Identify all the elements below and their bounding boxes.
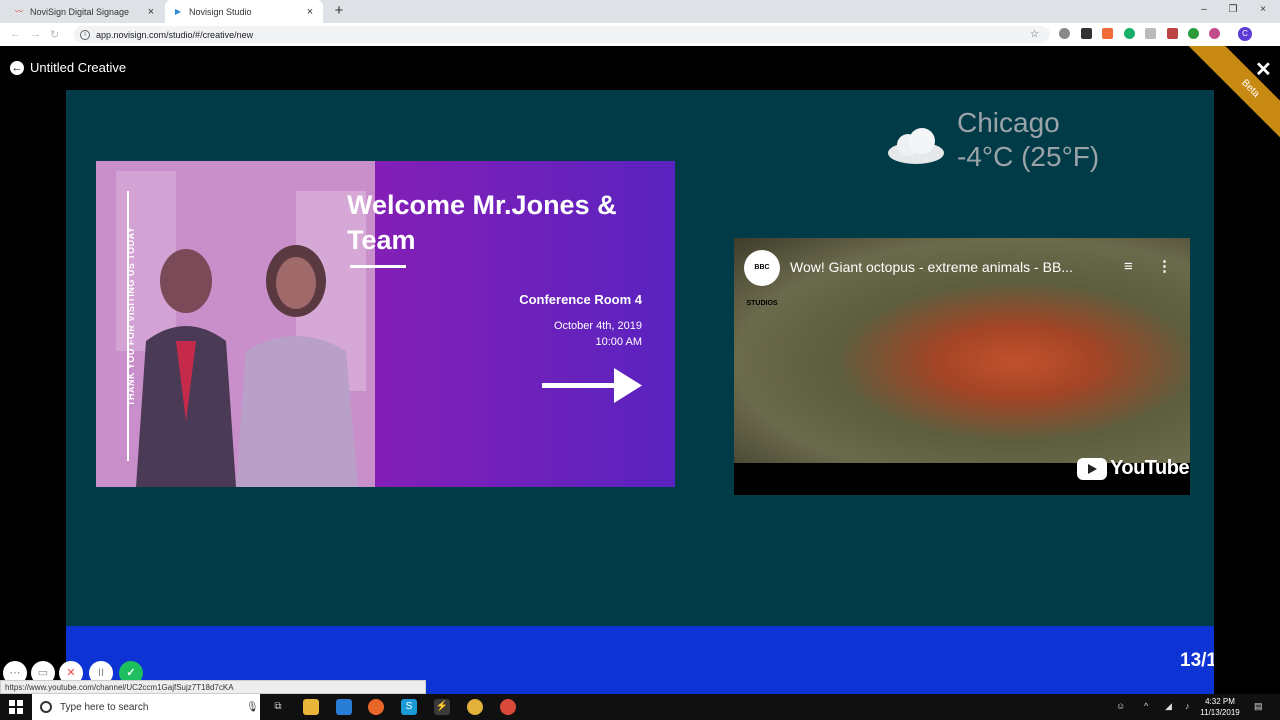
extension-icon[interactable] <box>1059 28 1070 39</box>
status-url-bar: https://www.youtube.com/channel/UC2ccm1G… <box>0 680 426 694</box>
event-time: 10:00 AM <box>595 336 642 348</box>
store-icon[interactable] <box>336 699 352 715</box>
firefox-icon[interactable] <box>368 699 384 715</box>
page-counter: 13/1 <box>1180 650 1214 671</box>
browser-toolbar: ← → ↻ i app.novisign.com/studio/#/creati… <box>0 23 1280 46</box>
screen: 〰 NoviSign Digital Signage × ▶ Novisign … <box>0 0 1280 720</box>
close-icon[interactable]: ✕ <box>1255 57 1272 82</box>
site-info-icon[interactable]: i <box>80 29 90 40</box>
extension-icon[interactable] <box>1102 28 1113 39</box>
cortana-icon <box>40 701 52 713</box>
skype-icon[interactable]: S <box>401 699 417 715</box>
tab-novisign-studio[interactable]: ▶ Novisign Studio × <box>165 0 323 23</box>
heading-underline <box>350 265 406 268</box>
microphone-icon[interactable]: 🎙 <box>246 702 260 713</box>
taskbar-search[interactable]: Type here to search 🎙 <box>32 694 260 720</box>
extension-icon[interactable] <box>1124 28 1135 39</box>
tab-label: Novisign Studio <box>189 6 252 17</box>
taskbar-clock[interactable]: 4:32 PM 11/13/2019 <box>1196 696 1244 718</box>
forward-nav-icon[interactable]: → <box>30 28 41 40</box>
welcome-heading: Welcome Mr.Jones & Team <box>347 190 617 255</box>
event-date: October 4th, 2019 <box>553 320 642 332</box>
weather-city: Chicago <box>957 107 1060 138</box>
close-tab-icon[interactable]: × <box>146 6 156 18</box>
chrome-icon[interactable] <box>467 699 483 715</box>
url-text: app.novisign.com/studio/#/creative/new <box>96 29 254 40</box>
extension-icon[interactable] <box>1209 28 1220 39</box>
profile-avatar[interactable]: C <box>1238 27 1252 41</box>
bookmark-star-icon[interactable]: ☆ <box>1030 29 1044 40</box>
chrome-icon[interactable] <box>500 699 516 715</box>
reload-icon[interactable]: ↻ <box>50 28 59 41</box>
youtube-wordmark: YouTube <box>1110 457 1190 479</box>
novisign-favicon-icon: 〰 <box>15 7 23 16</box>
network-icon[interactable]: ◢ <box>1165 701 1172 712</box>
notifications-icon[interactable]: ▤ <box>1254 701 1263 712</box>
windows-taskbar: Type here to search 🎙 ⧉ S ⚡ ☺ ^ ◢ ♪ 4:32… <box>0 694 1280 720</box>
task-view-icon[interactable]: ⧉ <box>270 699 286 715</box>
room-label: Conference Room 4 <box>519 292 642 307</box>
play-favicon-icon: ▶ <box>174 7 182 16</box>
extension-icon[interactable] <box>1188 28 1199 39</box>
playlist-icon[interactable]: ≡ <box>1124 258 1133 275</box>
date-time-block: October 4th, 2019 10:00 AM <box>476 318 642 350</box>
channel-avatar[interactable]: BBC STUDIOS <box>744 250 780 307</box>
cloud-icon <box>888 128 944 164</box>
people-icon[interactable]: ☺ <box>1116 701 1125 711</box>
clock-time: 4:32 PM <box>1205 697 1235 706</box>
youtube-logo[interactable]: YouTube <box>1077 457 1190 480</box>
video-title[interactable]: Wow! Giant octopus - extreme animals - B… <box>790 259 1073 275</box>
right-arrow-icon <box>542 368 642 403</box>
new-tab-button[interactable]: + <box>331 3 347 19</box>
app-icon[interactable]: ⚡ <box>434 699 450 715</box>
minimize-icon[interactable]: – <box>1197 4 1211 15</box>
back-nav-icon[interactable]: ← <box>10 28 21 40</box>
vertical-thank-you-text: THANK YOU FOR VISITING US TODAY <box>126 226 136 406</box>
close-tab-icon[interactable]: × <box>305 6 315 18</box>
tab-novisign-signage[interactable]: 〰 NoviSign Digital Signage × <box>6 0 164 23</box>
file-explorer-icon[interactable] <box>303 699 319 715</box>
youtube-play-icon <box>1077 457 1107 480</box>
more-options-icon[interactable]: ⋮ <box>1157 257 1172 275</box>
tab-label: NoviSign Digital Signage <box>30 6 130 17</box>
restore-icon[interactable]: ❐ <box>1226 4 1240 15</box>
back-arrow-icon[interactable]: ← <box>10 61 24 75</box>
team-photo <box>96 161 375 487</box>
clock-date: 11/13/2019 <box>1200 708 1240 717</box>
weather-temperature: -4°C (25°F) <box>957 141 1100 172</box>
extension-icon[interactable] <box>1167 28 1178 39</box>
extension-icon[interactable] <box>1081 28 1092 39</box>
window-close-icon[interactable]: × <box>1256 4 1270 15</box>
app-header: ← Untitled Creative ✕ <box>0 46 1280 90</box>
browser-tab-bar: 〰 NoviSign Digital Signage × ▶ Novisign … <box>0 0 1280 23</box>
youtube-video[interactable]: BBC STUDIOS Wow! Giant octopus - extreme… <box>734 238 1190 495</box>
extension-icon[interactable] <box>1145 28 1156 39</box>
search-placeholder: Type here to search <box>60 701 149 713</box>
windows-start-icon[interactable] <box>9 700 23 714</box>
creative-title: Untitled Creative <box>30 60 127 75</box>
people-photo-icon <box>96 161 375 487</box>
welcome-banner[interactable]: THANK YOU FOR VISITING US TODAY Welcome … <box>96 161 675 487</box>
tray-chevron-icon[interactable]: ^ <box>1144 701 1148 711</box>
address-bar[interactable]: i app.novisign.com/studio/#/creative/new… <box>74 26 1050 43</box>
volume-icon[interactable]: ♪ <box>1185 701 1190 711</box>
